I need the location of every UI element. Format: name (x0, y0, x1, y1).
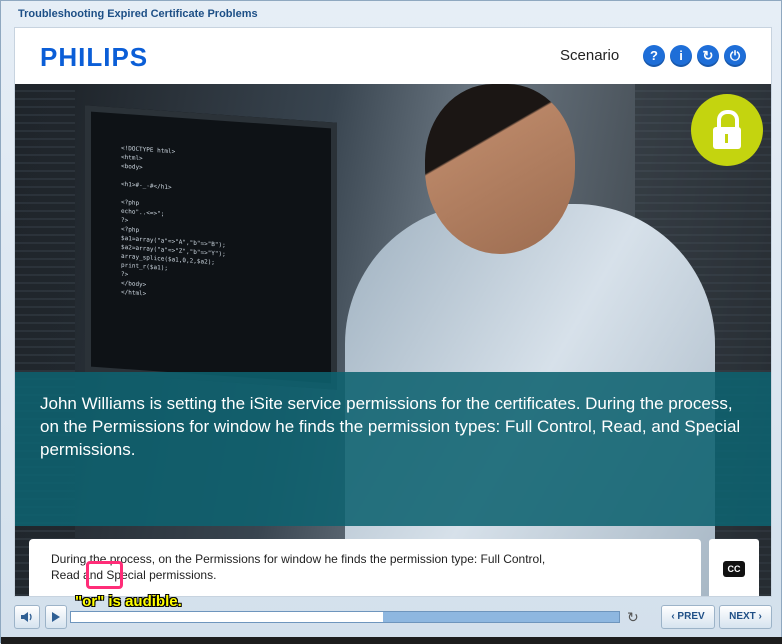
play-icon (52, 612, 60, 622)
info-button[interactable]: i (670, 45, 692, 67)
replay-button[interactable]: ↻ (697, 45, 719, 67)
progress-track[interactable] (70, 611, 620, 623)
play-button[interactable] (45, 605, 67, 629)
caption-band: John Williams is setting the iSite servi… (15, 372, 771, 526)
prev-button[interactable]: ‹ PREV (661, 605, 715, 629)
subtitle-line-2: Read and Special permissions. (51, 568, 217, 582)
player-bar: ↻ ‹ PREV NEXT › (14, 605, 772, 631)
course-window: Troubleshooting Expired Certificate Prob… (0, 0, 782, 644)
scenario-caption: John Williams is setting the iSite servi… (40, 394, 741, 459)
course-frame: PHILIPS Scenario ? i ↻ ⏻ <!DOCTYPE html>… (14, 27, 772, 597)
window-title: Troubleshooting Expired Certificate Prob… (18, 8, 258, 20)
progress-fill (71, 612, 384, 622)
section-label: Scenario (560, 47, 620, 64)
monitor-code: <!DOCTYPE html> <html> <body> <h1>#-_-#<… (121, 144, 226, 298)
next-button[interactable]: NEXT › (719, 605, 772, 629)
volume-button[interactable] (14, 605, 40, 629)
speaker-icon (21, 612, 32, 622)
subtitle-line-1: During the process, on the Permissions f… (51, 552, 546, 566)
help-button[interactable]: ? (643, 45, 665, 67)
cc-icon: CC (723, 561, 745, 577)
lock-icon (691, 94, 763, 166)
cc-toggle[interactable]: CC (709, 539, 759, 596)
closed-caption-text: During the process, on the Permissions f… (29, 539, 701, 596)
reload-icon[interactable]: ↻ (627, 609, 639, 626)
philips-logo: PHILIPS (40, 42, 149, 72)
person-head-image (425, 84, 575, 254)
course-header: PHILIPS Scenario ? i ↻ ⏻ (15, 28, 771, 84)
scenario-image: <!DOCTYPE html> <html> <body> <h1>#-_-#<… (15, 84, 771, 596)
monitor-image: <!DOCTYPE html> <html> <body> <h1>#-_-#<… (85, 105, 337, 390)
power-button[interactable]: ⏻ (724, 45, 746, 67)
highlight-box (86, 561, 123, 589)
